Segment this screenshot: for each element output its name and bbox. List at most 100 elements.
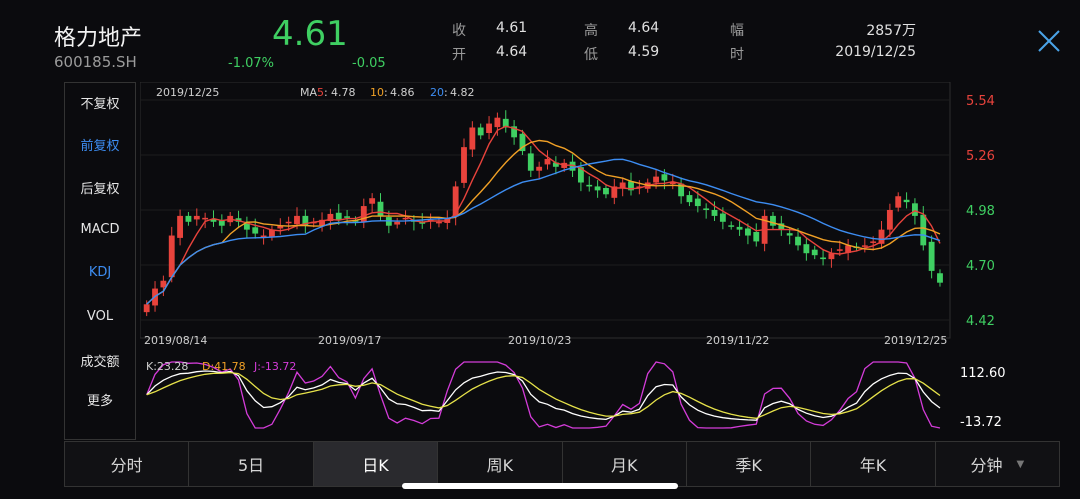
candle-body (753, 232, 760, 242)
x-tick-label: 2019/11/22 (706, 334, 769, 347)
candle-body (377, 201, 384, 216)
candle-body (185, 215, 192, 222)
y-tick-label: 4.42 (966, 314, 995, 329)
period-tabs: 分时 5日 日K 周K 月K 季K 年K 分钟 ▼ (64, 441, 1060, 487)
ma20-line (146, 158, 941, 305)
menu-backward-adjust[interactable]: 后复权 (65, 178, 135, 197)
candle-body (335, 212, 342, 220)
home-indicator (402, 483, 678, 489)
tab-weekly[interactable]: 周K (438, 442, 563, 486)
tab-daily[interactable]: 日K (313, 442, 439, 486)
candle-body (193, 215, 200, 220)
candle-body (252, 227, 259, 234)
candle-body (920, 214, 927, 246)
stock-code: 600185.SH (54, 53, 137, 71)
candle-body (653, 176, 659, 183)
tab-intraday[interactable]: 分时 (65, 442, 190, 486)
candle-body (285, 221, 292, 224)
tab-5day-label: 5日 (237, 456, 265, 475)
candle-body (661, 174, 668, 181)
ma5-label: MA5: (300, 86, 328, 99)
candle-body (294, 215, 300, 225)
tab-monthly[interactable]: 月K (563, 442, 687, 486)
candle-body (937, 273, 943, 283)
menu-turnover[interactable]: 成交额 (65, 351, 135, 370)
menu-more[interactable]: 更多 (65, 390, 135, 409)
chart-date: 2019/12/25 (156, 86, 219, 99)
candle-body (786, 233, 793, 236)
x-tick-label: 2019/09/17 (318, 334, 381, 347)
menu-kdj[interactable]: KDJ (65, 265, 135, 280)
candle-body (703, 208, 710, 210)
candle-body (586, 184, 593, 187)
candle-body (536, 166, 543, 171)
candle-body (594, 186, 601, 191)
candlestick-chart[interactable]: 2019/12/25 MA5: 4.78 10 : 4.86 20 : 4.82… (140, 82, 1020, 354)
candle-body (218, 220, 225, 226)
tab-5day[interactable]: 5日 (189, 442, 314, 486)
y-tick-label: 5.54 (966, 94, 995, 109)
y-tick-label: 4.70 (966, 259, 995, 274)
candle-body (544, 158, 551, 165)
tab-yearly[interactable]: 年K (811, 442, 936, 486)
kdj-k-value: K:23.28 (146, 360, 188, 373)
candle-body (770, 215, 776, 226)
tab-minute-label: 分钟 (970, 456, 1003, 475)
candle-body (928, 241, 935, 271)
tab-quarterly[interactable]: 季K (687, 442, 812, 486)
stock-name: 格力地产 (54, 26, 143, 51)
candle-body (394, 221, 401, 225)
candle-body (494, 117, 501, 128)
change-amount: -0.05 (352, 56, 386, 71)
candle-body (895, 196, 902, 208)
x-axis-ticks: 2019/08/14 2019/09/17 2019/10/23 2019/11/22… (144, 334, 947, 347)
candle-body (686, 195, 693, 203)
tab-monthly-label: 月K (610, 456, 638, 475)
candle-body (795, 236, 801, 246)
y-tick-label: 5.26 (966, 149, 995, 164)
ma10-colon: : (384, 86, 388, 99)
x-tick-label: 2019/08/14 (144, 334, 207, 347)
close-button[interactable] (1034, 26, 1064, 56)
quote-time-label: 时 (730, 47, 744, 63)
candle-body (836, 249, 843, 251)
candle-body (912, 203, 918, 216)
chart-grid (140, 82, 951, 339)
candle-body (603, 188, 609, 195)
candle-body (870, 241, 877, 243)
ma20-label: 20 (430, 86, 444, 99)
tab-minute[interactable]: 分钟 ▼ (936, 442, 1059, 486)
candle-body (903, 199, 910, 203)
candle-body (344, 216, 351, 218)
ma10-value: 4.86 (390, 86, 415, 99)
menu-no-adjust[interactable]: 不复权 (65, 93, 135, 112)
candle-body (369, 198, 376, 204)
tab-yearly-label: 年K (859, 456, 887, 475)
current-price: 4.61 (272, 14, 348, 54)
kdj-chart[interactable]: K:23.28 D:41.78 J:-13.72 112.60 -13.72 (140, 356, 1020, 434)
candle-body (711, 210, 718, 216)
candle-body (719, 213, 726, 222)
candle-body (744, 228, 751, 236)
candle-body (143, 304, 150, 313)
candle-body (619, 182, 626, 188)
quote-open-label: 开 (452, 47, 466, 63)
kdj-axis-max: 112.60 (960, 366, 1006, 381)
quote-amplitude-label: 幅 (730, 23, 744, 39)
quote-amplitude-value: 2857万 (866, 23, 916, 39)
candle-body (486, 123, 492, 133)
candle-body (402, 217, 409, 220)
menu-vol[interactable]: VOL (65, 309, 135, 324)
candle-body (168, 235, 175, 278)
candle-body (694, 198, 701, 207)
kdj-d-line (146, 371, 941, 419)
candle-body (527, 153, 534, 171)
menu-forward-adjust[interactable]: 前复权 (65, 135, 135, 154)
tab-weekly-label: 周K (486, 456, 514, 475)
kdj-j-value: J:-13.72 (253, 360, 296, 373)
candle-body (861, 245, 868, 247)
quote-high-value: 4.64 (628, 20, 660, 36)
quote-time-value: 2019/12/25 (835, 44, 916, 60)
menu-macd[interactable]: MACD (65, 222, 135, 237)
moving-average-lines (146, 125, 941, 305)
